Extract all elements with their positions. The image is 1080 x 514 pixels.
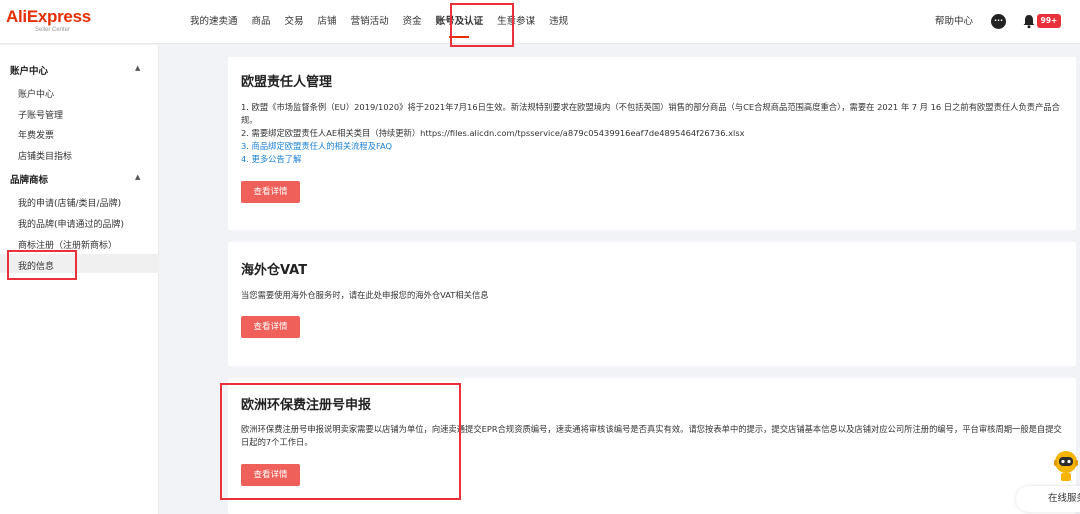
sidebar: 账户中心 ▲ 账户中心 子账号管理 年费发票 店铺类目指标 品牌商标 ▲ 我的申…	[0, 45, 159, 514]
logo-brand: AliExpress	[6, 7, 91, 26]
view-details-button[interactable]: 查看详情	[241, 464, 300, 486]
sidebar-item-sub-accounts[interactable]: 子账号管理	[18, 108, 63, 121]
card-title: 欧洲环保费注册号申报	[241, 398, 372, 413]
card-line: 欧洲环保费注册号申报说明卖家需要以店铺为单位，向速卖通提交EPR合规资质编号，速…	[241, 424, 1062, 447]
card-line: 当您需要使用海外仓服务时，请在此处申报您的海外仓VAT相关信息	[241, 290, 489, 300]
card-eu-responsible-person: 欧盟责任人管理 1. 欧盟《市场监督条例（EU）2019/1020》将于2021…	[228, 57, 1076, 230]
notification-badge: 99+	[1037, 14, 1061, 28]
chat-icon[interactable]: ···	[991, 14, 1006, 29]
caret-up-icon[interactable]: ▲	[135, 64, 140, 72]
sidebar-item-store-category-metrics[interactable]: 店铺类目指标	[18, 149, 72, 162]
view-details-button[interactable]: 查看详情	[241, 181, 300, 203]
nav-my-aliexpress[interactable]: 我的速卖通	[183, 0, 245, 44]
sidebar-item-trademark-registration[interactable]: 商标注册（注册新商标）	[18, 238, 117, 251]
help-center-link[interactable]: 帮助中心	[935, 0, 973, 44]
more-announcements-link[interactable]: 4. 更多公告了解	[241, 154, 301, 164]
bell-icon[interactable]	[1022, 14, 1036, 29]
nav-store[interactable]: 店铺	[311, 0, 344, 44]
aliexpress-logo[interactable]: AliExpress Seller Center	[6, 8, 102, 38]
card-description: 当您需要使用海外仓服务时，请在此处申报您的海外仓VAT相关信息	[241, 289, 1063, 302]
sidebar-item-annual-fee-invoice[interactable]: 年费发票	[18, 128, 54, 141]
sidebar-item-account-center[interactable]: 账户中心	[18, 87, 54, 100]
faq-link[interactable]: 3. 商品绑定欧盟责任人的相关流程及FAQ	[241, 141, 392, 151]
card-title: 海外仓VAT	[241, 263, 308, 278]
card-line: 1. 欧盟《市场监督条例（EU）2019/1020》将于2021年7月16日生效…	[241, 102, 1060, 125]
nav-trade[interactable]: 交易	[278, 0, 311, 44]
card-overseas-warehouse-vat: 海外仓VAT 当您需要使用海外仓服务时，请在此处申报您的海外仓VAT相关信息 查…	[228, 242, 1076, 366]
caret-up-icon[interactable]: ▲	[135, 173, 140, 181]
card-title: 欧盟责任人管理	[241, 75, 333, 90]
top-navigation-bar: AliExpress Seller Center 我的速卖通 商品 交易 店铺 …	[0, 0, 1080, 47]
main-nav: 我的速卖通 商品 交易 店铺 营销活动 资金 账号及认证 生意参谋 违规	[183, 0, 575, 44]
view-details-button[interactable]: 查看详情	[241, 316, 300, 338]
sidebar-item-my-brands[interactable]: 我的品牌(申请通过的品牌)	[18, 217, 124, 230]
sidebar-group-brand-trademark[interactable]: 品牌商标	[10, 172, 48, 186]
nav-violations[interactable]: 违规	[542, 0, 575, 44]
nav-marketing[interactable]: 营销活动	[344, 0, 396, 44]
card-description: 欧洲环保费注册号申报说明卖家需要以店铺为单位，向速卖通提交EPR合规资质编号，速…	[241, 423, 1063, 449]
sidebar-item-my-info[interactable]: 我的信息	[18, 259, 54, 272]
nav-funds[interactable]: 资金	[396, 0, 429, 44]
nav-business-advisor[interactable]: 生意参谋	[490, 0, 542, 44]
sidebar-group-account-center[interactable]: 账户中心	[10, 63, 48, 77]
card-eu-epr-registration: 欧洲环保费注册号申报 欧洲环保费注册号申报说明卖家需要以店铺为单位，向速卖通提交…	[228, 378, 1076, 514]
sidebar-item-my-applications[interactable]: 我的申请(店铺/类目/品牌)	[18, 196, 121, 209]
card-line: 2. 需要绑定欧盟责任人AE相关类目（持续更新）https://files.al…	[241, 128, 745, 138]
logo-subtitle: Seller Center	[35, 27, 71, 33]
robot-icon[interactable]	[1052, 448, 1080, 482]
card-description: 1. 欧盟《市场监督条例（EU）2019/1020》将于2021年7月16日生效…	[241, 101, 1063, 166]
online-service-button[interactable]: 在线服务	[1016, 486, 1080, 512]
nav-products[interactable]: 商品	[245, 0, 278, 44]
nav-account-certification[interactable]: 账号及认证	[429, 0, 491, 44]
